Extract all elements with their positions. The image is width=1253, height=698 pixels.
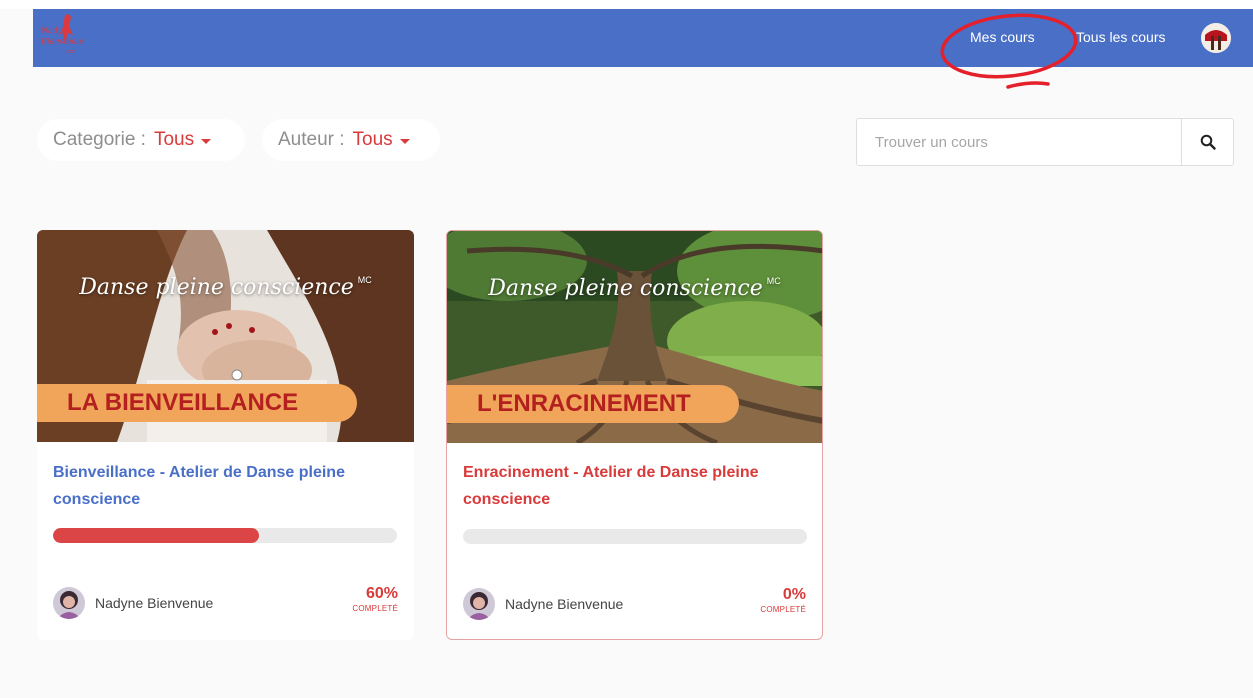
author-avatar [463,588,495,620]
completion-percent: 0% [782,586,806,603]
course-title[interactable]: Bienveillance - Atelier de Danse pleine … [53,459,398,513]
top-band [0,0,1253,9]
thumbnail-script-title: Danse pleine conscience MC [79,275,372,300]
thumbnail-banner: LA BIENVEILLANCE [37,384,357,422]
course-card-enracinement[interactable]: Danse pleine conscience MC L'ENRACINEMENT… [446,230,823,640]
top-navbar: Nadyne Bienvenue .com Mes cours Tous les… [33,9,1253,67]
course-author: Nadyne Bienvenue [463,588,623,620]
nav-tous-les-cours[interactable]: Tous les cours [1076,29,1165,45]
search-icon [1200,134,1216,150]
course-author: Nadyne Bienvenue [53,587,213,619]
author-name: Nadyne Bienvenue [505,596,624,612]
thumbnail-banner: L'ENRACINEMENT [447,385,739,423]
svg-text:Bienvenue: Bienvenue [40,37,84,46]
categorie-label: Categorie : [53,129,146,150]
auteur-filter[interactable]: Auteur : Tous [262,119,440,161]
user-avatar[interactable] [1201,23,1231,53]
completion-label: COMPLETÉ [352,604,398,613]
author-name: Nadyne Bienvenue [95,595,214,611]
progress-fill [53,528,260,543]
search-button[interactable] [1181,119,1233,165]
thumbnail-script-title: Danse pleine conscience MC [488,276,781,301]
progress-bar [463,529,807,544]
author-avatar [53,587,85,619]
auteur-value: Tous [352,129,393,150]
completion: 0% COMPLETÉ [760,586,806,614]
categorie-filter[interactable]: Categorie : Tous [37,119,245,161]
course-thumbnail[interactable]: Danse pleine conscience MC LA BIENVEILLAN… [37,230,414,442]
search-input[interactable] [857,119,1181,165]
auteur-label: Auteur : [278,129,345,150]
caret-down-icon [201,139,212,144]
site-logo[interactable]: Nadyne Bienvenue .com [35,11,99,63]
course-card-bienveillance[interactable]: Danse pleine conscience MC LA BIENVEILLAN… [37,230,414,640]
caret-down-icon [399,139,410,144]
course-thumbnail[interactable]: Danse pleine conscience MC L'ENRACINEMENT [447,231,822,443]
completion-percent: 60% [365,585,398,602]
nav-mes-cours[interactable]: Mes cours [970,29,1035,45]
completion-label: COMPLETÉ [760,605,806,614]
svg-text:Nadyne: Nadyne [40,26,73,35]
progress-bar [53,528,397,543]
completion: 60% COMPLETÉ [352,585,398,613]
svg-text:.com: .com [65,49,76,55]
categorie-value: Tous [153,129,195,150]
course-title[interactable]: Enracinement - Atelier de Danse pleine c… [463,459,806,513]
search-bar [856,118,1234,166]
